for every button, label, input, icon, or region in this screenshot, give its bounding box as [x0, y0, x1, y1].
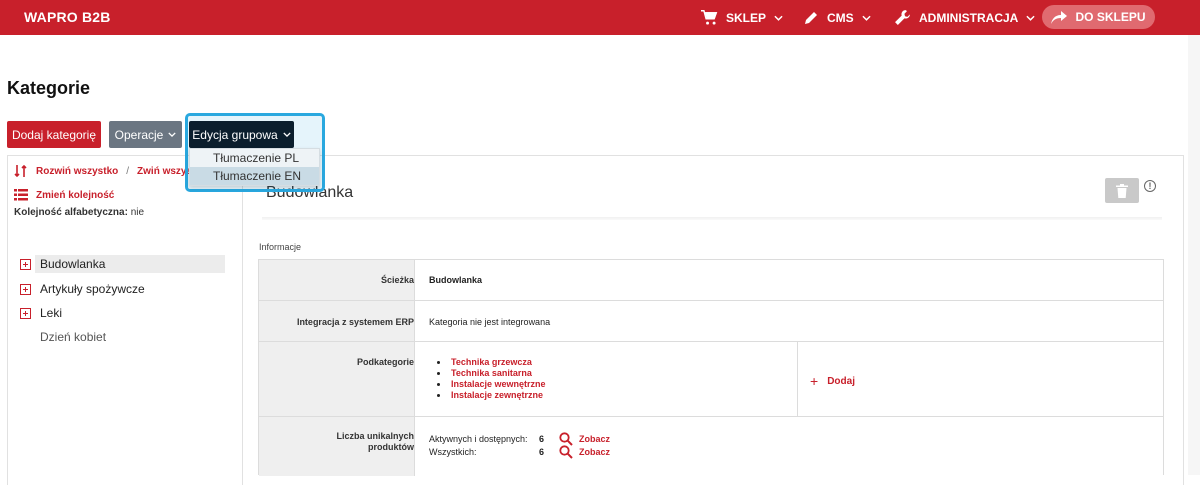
tree-item-dzien-kobiet[interactable]: Dzień kobiet: [40, 328, 106, 346]
add-subcategory-label: Dodaj: [827, 375, 855, 387]
tree-item-label: Dzień kobiet: [40, 330, 107, 344]
add-category-label: Dodaj kategorię: [11, 127, 97, 142]
bulk-edit-button[interactable]: Edycja grupowa: [189, 121, 294, 148]
expand-all-link[interactable]: Rozwiń wszystko: [36, 166, 118, 177]
nav-administracja-label: ADMINISTRACJA: [919, 10, 1019, 25]
nav-cms-label: CMS: [827, 10, 854, 25]
chevron-down-icon: [862, 15, 871, 21]
tree-item-label: Artykuły spożywcze: [40, 282, 145, 296]
see-active-products-link[interactable]: Zobacz: [559, 432, 610, 446]
trash-icon: [1116, 183, 1128, 198]
add-subcategory-button[interactable]: + Dodaj: [810, 373, 855, 389]
separator: /: [126, 165, 130, 177]
search-icon: [559, 445, 573, 459]
page-title: Kategorie: [7, 78, 91, 98]
add-category-button[interactable]: Dodaj kategorię: [7, 121, 101, 148]
path-label: Ścieżka: [380, 275, 414, 285]
erp-label: Integracja z systemem ERP: [296, 317, 414, 327]
delete-category-button[interactable]: [1105, 178, 1139, 203]
erp-value: Kategoria nie jest integrowana: [429, 317, 551, 327]
nav-sklep-label: SKLEP: [726, 10, 767, 25]
tree-item-label: Leki: [40, 306, 63, 320]
wrench-icon: [895, 10, 910, 25]
go-to-shop-button[interactable]: DO SKLEPU: [1042, 5, 1155, 29]
row-divider: [259, 341, 1163, 342]
subcategories-label: Podkategorie: [356, 357, 414, 367]
label-column: Ścieżka Integracja z systemem ERP Podkat…: [259, 260, 415, 476]
bulk-edit-menu: Tłumaczenie PL Tłumaczenie EN: [189, 148, 320, 186]
subcategory-link[interactable]: Instalacje zewnętrzne: [437, 390, 546, 401]
chevron-down-icon: [283, 132, 291, 137]
nav-administracja[interactable]: ADMINISTRACJA: [894, 0, 1035, 35]
tree-item-label: Budowlanka: [40, 257, 106, 271]
chevron-down-icon: [168, 132, 176, 137]
info-section-label: Informacje: [259, 242, 302, 252]
active-products-value: 6: [539, 434, 545, 444]
pencil-icon: [805, 11, 817, 24]
see-label: Zobacz: [579, 434, 611, 444]
expand-plus-icon[interactable]: [20, 283, 31, 295]
all-products-row: Wszystkich: 6 Zobacz: [429, 445, 610, 459]
heading-divider: [262, 217, 1162, 220]
page-scrollbar[interactable]: [1188, 35, 1200, 475]
nav-sklep[interactable]: SKLEP: [700, 0, 783, 35]
plus-icon: +: [810, 373, 819, 389]
chevron-down-icon: [774, 15, 783, 21]
expand-plus-icon[interactable]: [20, 258, 31, 270]
search-icon: [559, 432, 573, 446]
nav-cms[interactable]: CMS: [803, 0, 871, 35]
expand-plus-icon[interactable]: [20, 307, 31, 319]
alphabetical-order-label: Kolejność alfabetyczna:: [14, 207, 128, 218]
subcategory-link[interactable]: Instalacje wewnętrzne: [437, 379, 546, 390]
all-products-value: 6: [539, 447, 545, 457]
list-icon: [14, 189, 28, 201]
subcategory-link[interactable]: Technika grzewcza: [437, 357, 546, 368]
row-divider: [259, 416, 1163, 417]
alphabetical-order: Kolejność alfabetyczna: nie: [14, 207, 144, 218]
see-label: Zobacz: [579, 447, 611, 457]
path-value: Budowlanka: [429, 275, 483, 285]
subcategory-list: Technika grzewcza Technika sanitarna Ins…: [437, 357, 546, 401]
operations-label: Operacje: [114, 127, 164, 142]
unique-products-label-1: Liczba unikalnych: [336, 431, 414, 441]
menu-item-translation-pl[interactable]: Tłumaczenie PL: [190, 149, 319, 167]
tree-item-artykuly-spozywcze[interactable]: Artykuły spożywcze: [20, 280, 145, 298]
info-icon[interactable]: !: [1144, 180, 1156, 192]
alphabetical-order-value: nie: [130, 207, 145, 218]
unique-products-label-2: produktów: [368, 442, 414, 452]
chevron-down-icon: [1026, 15, 1035, 21]
tree-tools: Rozwiń wszystko / Zwiń wszystko Zmień ko…: [14, 164, 207, 202]
share-arrow-icon: [1051, 10, 1068, 24]
subcategory-divider: [797, 342, 798, 416]
go-to-shop-label: DO SKLEPU: [1075, 10, 1146, 24]
see-all-products-link[interactable]: Zobacz: [559, 445, 610, 459]
bulk-edit-label: Edycja grupowa: [192, 127, 278, 142]
sort-arrows-icon: [14, 164, 27, 178]
subcategory-link[interactable]: Technika sanitarna: [437, 368, 546, 379]
category-info-table: Ścieżka Integracja z systemem ERP Podkat…: [258, 259, 1164, 476]
change-order-link[interactable]: Zmień kolejność: [36, 190, 114, 201]
cart-icon: [701, 9, 718, 25]
top-navbar: WAPRO B2B SKLEP CMS ADMINISTRACJA DO SKL…: [0, 0, 1200, 35]
brand-logo[interactable]: WAPRO B2B: [24, 9, 111, 25]
operations-button[interactable]: Operacje: [109, 121, 182, 148]
all-products-label: Wszystkich:: [429, 447, 477, 457]
tree-item-budowlanka[interactable]: Budowlanka: [20, 255, 105, 273]
menu-item-translation-en[interactable]: Tłumaczenie EN: [190, 167, 319, 185]
tree-item-leki[interactable]: Leki: [20, 304, 62, 322]
active-products-label: Aktywnych i dostępnych:: [429, 434, 528, 444]
row-divider: [259, 300, 1163, 301]
active-products-row: Aktywnych i dostępnych: 6 Zobacz: [429, 432, 610, 446]
